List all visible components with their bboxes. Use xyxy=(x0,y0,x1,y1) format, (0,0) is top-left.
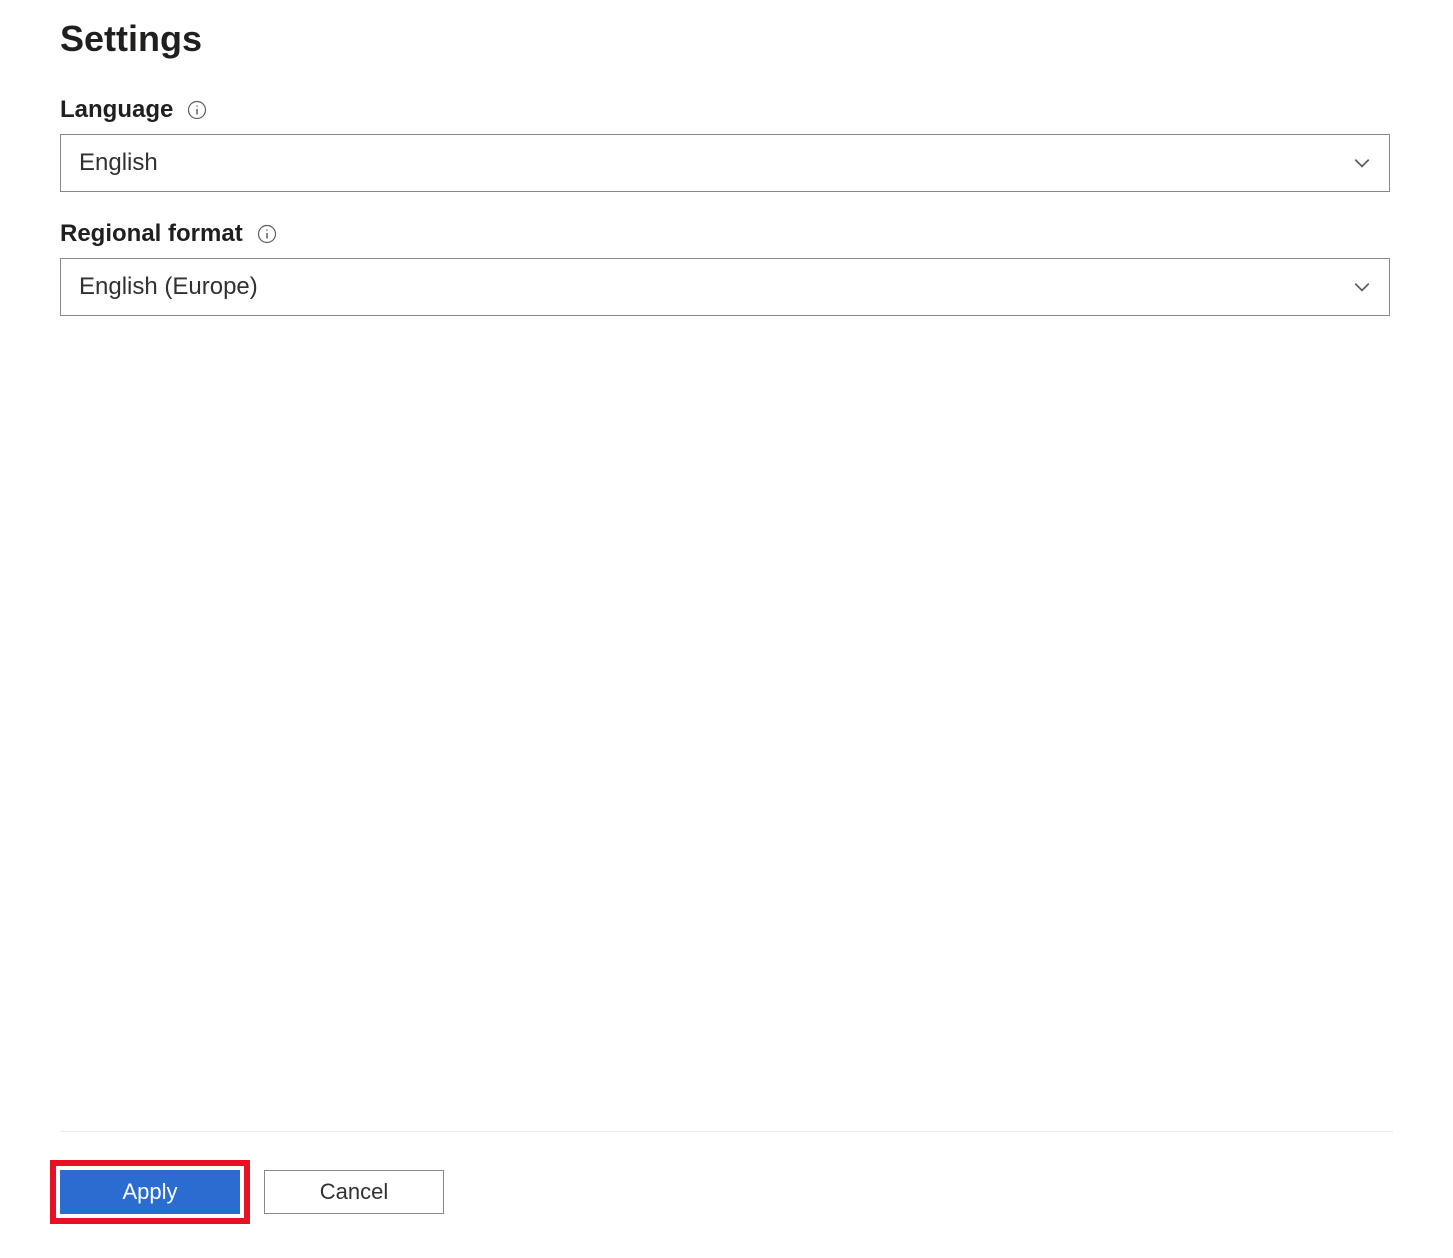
info-icon[interactable] xyxy=(187,100,207,120)
language-label: Language xyxy=(60,96,173,124)
apply-highlight: Apply xyxy=(50,1160,250,1224)
settings-content: Settings Language English xyxy=(60,18,1393,1131)
language-label-row: Language xyxy=(60,96,1393,124)
regional-format-dropdown[interactable]: English (Europe) xyxy=(60,258,1390,316)
regional-format-label: Regional format xyxy=(60,220,243,248)
page-title: Settings xyxy=(60,18,1393,60)
chevron-down-icon xyxy=(1353,154,1371,172)
apply-button[interactable]: Apply xyxy=(60,1170,240,1214)
regional-format-field: Regional format English (Europe) xyxy=(60,220,1393,316)
language-dropdown[interactable]: English xyxy=(60,134,1390,192)
regional-format-value: English (Europe) xyxy=(79,273,258,301)
language-value: English xyxy=(79,149,158,177)
info-icon[interactable] xyxy=(257,224,277,244)
chevron-down-icon xyxy=(1353,278,1371,296)
language-field: Language English xyxy=(60,96,1393,192)
footer: Apply Cancel xyxy=(60,1131,1393,1258)
cancel-button[interactable]: Cancel xyxy=(264,1170,444,1214)
settings-panel: Settings Language English xyxy=(0,0,1453,1258)
regional-format-label-row: Regional format xyxy=(60,220,1393,248)
